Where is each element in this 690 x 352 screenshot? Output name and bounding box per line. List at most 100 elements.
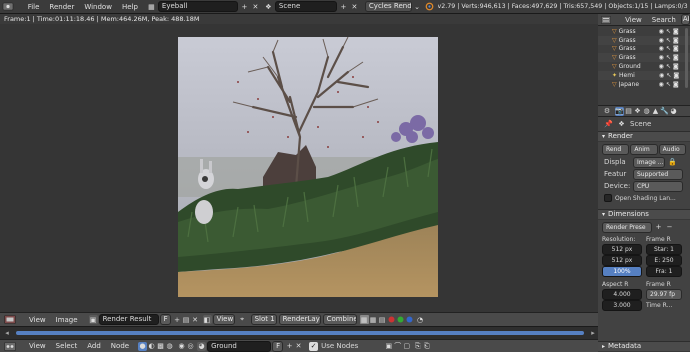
selectability-icon[interactable]: ↖ [666, 45, 671, 52]
renderability-icon[interactable]: ◙ [673, 63, 679, 70]
renderability-icon[interactable]: ◙ [673, 54, 679, 61]
blue-channel-icon[interactable] [405, 315, 414, 324]
use-nodes-checkbox[interactable]: ✓ [309, 341, 319, 351]
scene-field[interactable]: Scene [274, 1, 337, 12]
renderability-icon[interactable]: ◙ [673, 37, 679, 44]
zbuffer-icon[interactable]: ▤ [378, 315, 387, 324]
material-tab-icon[interactable]: ◕ [669, 107, 678, 116]
selectability-icon[interactable]: ↖ [666, 72, 671, 79]
screen-layout-icon[interactable]: ▦ [146, 2, 156, 11]
visibility-icon[interactable]: ◉ [659, 54, 664, 61]
unlink-image-icon[interactable]: ✕ [191, 315, 200, 324]
image-menu-view[interactable]: View [24, 316, 51, 324]
visibility-icon[interactable]: ◉ [659, 63, 664, 70]
delete-scene-icon[interactable]: ✕ [350, 2, 359, 11]
world-nodes-icon[interactable]: ◍ [165, 342, 174, 351]
snap-icon[interactable]: ⌒ [393, 342, 402, 351]
lock-interface-icon[interactable]: 🔒 [668, 158, 677, 167]
remove-preset-icon[interactable]: − [665, 223, 674, 232]
channels-icon[interactable]: ▦ [359, 315, 369, 324]
aspect-x-field[interactable]: 4.000 [602, 289, 642, 300]
add-scene-icon[interactable]: + [339, 2, 348, 11]
screen-layout-field[interactable]: Eyeball [157, 1, 238, 12]
visibility-icon[interactable]: ◉ [659, 45, 664, 52]
backdrop-icon[interactable]: ▣ [384, 342, 393, 351]
material-browse-icon[interactable]: ◕ [197, 341, 207, 351]
resolution-percent-slider[interactable]: 100% [602, 266, 642, 277]
compositing-nodes-icon[interactable]: ◐ [147, 342, 156, 351]
renderability-icon[interactable]: ◙ [673, 81, 679, 88]
aspect-y-field[interactable]: 3.000 [602, 300, 642, 311]
render-tab-icon[interactable]: 📷 [615, 106, 624, 116]
frame-step-field[interactable]: Fra: 1 [646, 266, 682, 277]
menu-render[interactable]: Render [44, 3, 79, 11]
visibility-icon[interactable]: ◉ [659, 37, 664, 44]
chevron-down-icon[interactable]: ⌄ [413, 2, 421, 11]
node-menu-add[interactable]: Add [82, 342, 106, 350]
timeline-editor-icon[interactable]: ◂ [2, 329, 12, 337]
renderability-icon[interactable]: ◙ [673, 28, 679, 35]
timeline-end-icon[interactable]: ▸ [588, 329, 598, 337]
world-tab-icon[interactable]: ◍ [642, 107, 651, 116]
outliner-display-mode[interactable]: All [680, 14, 690, 25]
red-channel-icon[interactable] [387, 315, 396, 324]
alpha-channel-icon[interactable]: ▦ [369, 315, 378, 324]
outliner-menu-view[interactable]: View [620, 16, 647, 24]
renderability-icon[interactable]: ◙ [673, 72, 679, 79]
editor-type-image-icon[interactable] [2, 313, 18, 326]
timeline-scrollbar[interactable] [16, 331, 584, 335]
editor-type-node-icon[interactable] [2, 341, 18, 351]
frame-start-field[interactable]: Star: 1 [646, 244, 682, 255]
render-layers-tab-icon[interactable]: ▤ [624, 107, 633, 116]
selectability-icon[interactable]: ↖ [666, 37, 671, 44]
timeline-strip[interactable]: ◂ ▸ [0, 326, 598, 339]
add-preset-icon[interactable]: + [654, 223, 663, 232]
menu-window[interactable]: Window [79, 3, 117, 11]
pin-context-icon[interactable]: 📌 [604, 120, 613, 129]
selectability-icon[interactable]: ↖ [666, 54, 671, 61]
modifiers-tab-icon[interactable]: 🔧 [660, 107, 669, 116]
renderability-icon[interactable]: ◙ [673, 45, 679, 52]
material-slot-icon[interactable]: ◎ [186, 342, 195, 351]
selectability-icon[interactable]: ↖ [666, 63, 671, 70]
node-menu-node[interactable]: Node [106, 342, 134, 350]
scene-icon[interactable]: ❖ [264, 2, 273, 11]
frame-rate-dropdown[interactable]: 29.97 fp [646, 289, 682, 300]
outliner-item[interactable]: ▽ Grass ◉ ↖ ◙ [598, 27, 690, 36]
render-pass-dropdown[interactable]: Combined [322, 314, 357, 325]
outliner-item[interactable]: ▽ Grass ◉ ↖ ◙ [598, 53, 690, 63]
editor-type-properties-icon[interactable]: ⚙ [600, 107, 614, 115]
material-name-field[interactable]: Ground [207, 340, 272, 352]
image-editor-viewport[interactable] [0, 24, 598, 312]
selectability-icon[interactable]: ↖ [666, 81, 671, 88]
render-still-button[interactable]: Rend [602, 143, 630, 155]
resolution-y-field[interactable]: 512 px [602, 255, 642, 266]
device-dropdown[interactable]: CPU [633, 180, 683, 192]
render-panel-header[interactable]: ▾ Render [598, 131, 690, 142]
feature-set-dropdown[interactable]: Supported [633, 168, 683, 180]
snap-target-icon[interactable]: ▢ [402, 342, 411, 351]
object-type-icon[interactable]: ◉ [177, 342, 186, 351]
unlink-material-icon[interactable]: ✕ [294, 342, 303, 351]
green-channel-icon[interactable] [396, 315, 405, 324]
editor-type-info-icon[interactable] [0, 0, 17, 14]
visibility-icon[interactable]: ◉ [659, 72, 664, 79]
object-tab-icon[interactable]: ▲ [651, 107, 660, 116]
delete-screen-icon[interactable]: ✕ [251, 2, 260, 11]
display-dropdown[interactable]: Image ... [633, 156, 665, 168]
add-material-icon[interactable]: + [285, 342, 294, 351]
render-preset-dropdown[interactable]: Render Prese [602, 221, 652, 233]
shader-nodes-icon[interactable]: ● [138, 341, 148, 351]
metadata-panel-header[interactable]: ▸ Metadata [598, 341, 690, 352]
scope-icon[interactable]: ◔ [416, 315, 425, 324]
visibility-icon[interactable]: ◉ [659, 81, 664, 88]
slot-dropdown[interactable]: Slot 1 [250, 314, 277, 325]
display-mode-icon[interactable]: ◧ [202, 315, 212, 324]
dimensions-panel-header[interactable]: ▾ Dimensions [598, 209, 690, 220]
copy-icon[interactable]: ⎘ [413, 342, 422, 351]
osl-checkbox[interactable] [604, 194, 612, 202]
outliner-item[interactable]: ✦ Hemi ◉ ↖ ◙ [598, 70, 690, 80]
view-mode-dropdown[interactable]: View [212, 314, 235, 325]
pin-icon[interactable]: ⌖ [238, 315, 247, 324]
fake-user-button[interactable]: F [159, 314, 171, 325]
